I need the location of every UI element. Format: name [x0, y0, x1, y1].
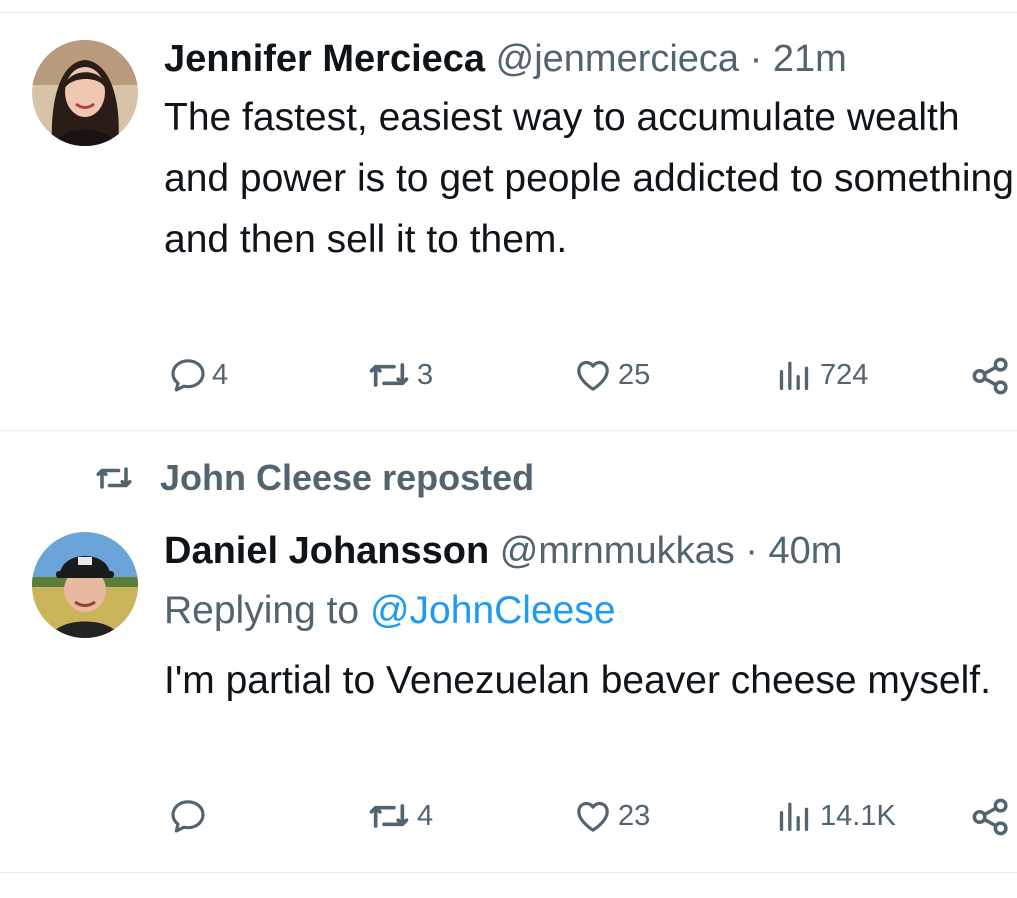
author-name[interactable]: Daniel Johansson: [164, 530, 489, 572]
views-count: 724: [820, 358, 869, 391]
views-button[interactable]: 724: [772, 355, 868, 395]
avatar-image: [32, 532, 138, 638]
share-button[interactable]: [970, 796, 1012, 838]
views-icon: [779, 802, 809, 831]
repost-icon: [369, 804, 409, 828]
timestamp[interactable]: 21m: [773, 38, 847, 80]
like-count: 25: [618, 358, 651, 391]
action-bar: 4 23 14.1K: [0, 796, 1017, 846]
reply-icon: [171, 359, 205, 392]
separator-dot: ·: [749, 38, 763, 80]
tweet-text: The fastest, easiest way to accumulate w…: [164, 96, 1014, 261]
replying-prefix: Replying to: [164, 589, 360, 632]
share-button[interactable]: [970, 355, 1012, 397]
like-count: 23: [618, 799, 651, 832]
repost-button[interactable]: 3: [365, 355, 433, 395]
like-button[interactable]: 25: [572, 355, 650, 395]
avatar[interactable]: [32, 40, 138, 146]
reply-mention-link[interactable]: @JohnCleese: [370, 589, 616, 632]
views-button[interactable]: 14.1K: [772, 796, 896, 836]
reply-button[interactable]: 4: [168, 355, 228, 395]
tweet-header: Jennifer Mercieca @jenmercieca · 21m: [164, 36, 847, 82]
like-button[interactable]: 23: [572, 796, 650, 836]
avatar[interactable]: [32, 532, 138, 638]
share-icon: [972, 798, 1008, 836]
tweet-daniel[interactable]: Daniel Johansson @mrnmukkas · 40m Replyi…: [0, 430, 1017, 875]
action-bar: 4 3 25 724: [0, 355, 1017, 405]
bottom-divider: [0, 872, 1017, 873]
author-name[interactable]: Jennifer Mercieca: [164, 38, 485, 80]
reply-count: 4: [212, 358, 229, 391]
author-handle[interactable]: @jenmercieca: [496, 38, 739, 80]
views-icon: [779, 361, 809, 390]
repost-count: 3: [417, 358, 434, 391]
like-icon: [577, 802, 609, 832]
like-icon: [577, 361, 609, 391]
share-icon: [972, 357, 1008, 395]
tweet-text: I'm partial to Venezuelan beaver cheese …: [164, 659, 991, 702]
author-handle[interactable]: @mrnmukkas: [500, 530, 735, 572]
reply-icon: [171, 800, 205, 833]
reply-button[interactable]: [168, 796, 212, 836]
timestamp[interactable]: 40m: [769, 530, 843, 572]
repost-icon: [369, 363, 409, 387]
avatar-image: [32, 40, 138, 146]
repost-count: 4: [417, 799, 434, 832]
repost-button[interactable]: 4: [365, 796, 433, 836]
tweet-jennifer[interactable]: Jennifer Mercieca @jenmercieca · 21m The…: [0, 0, 1017, 430]
separator-dot: ·: [745, 530, 758, 572]
replying-to: Replying to @JohnCleese: [164, 588, 616, 634]
tweet-header: Daniel Johansson @mrnmukkas · 40m: [164, 528, 842, 574]
views-count: 14.1K: [820, 799, 896, 832]
